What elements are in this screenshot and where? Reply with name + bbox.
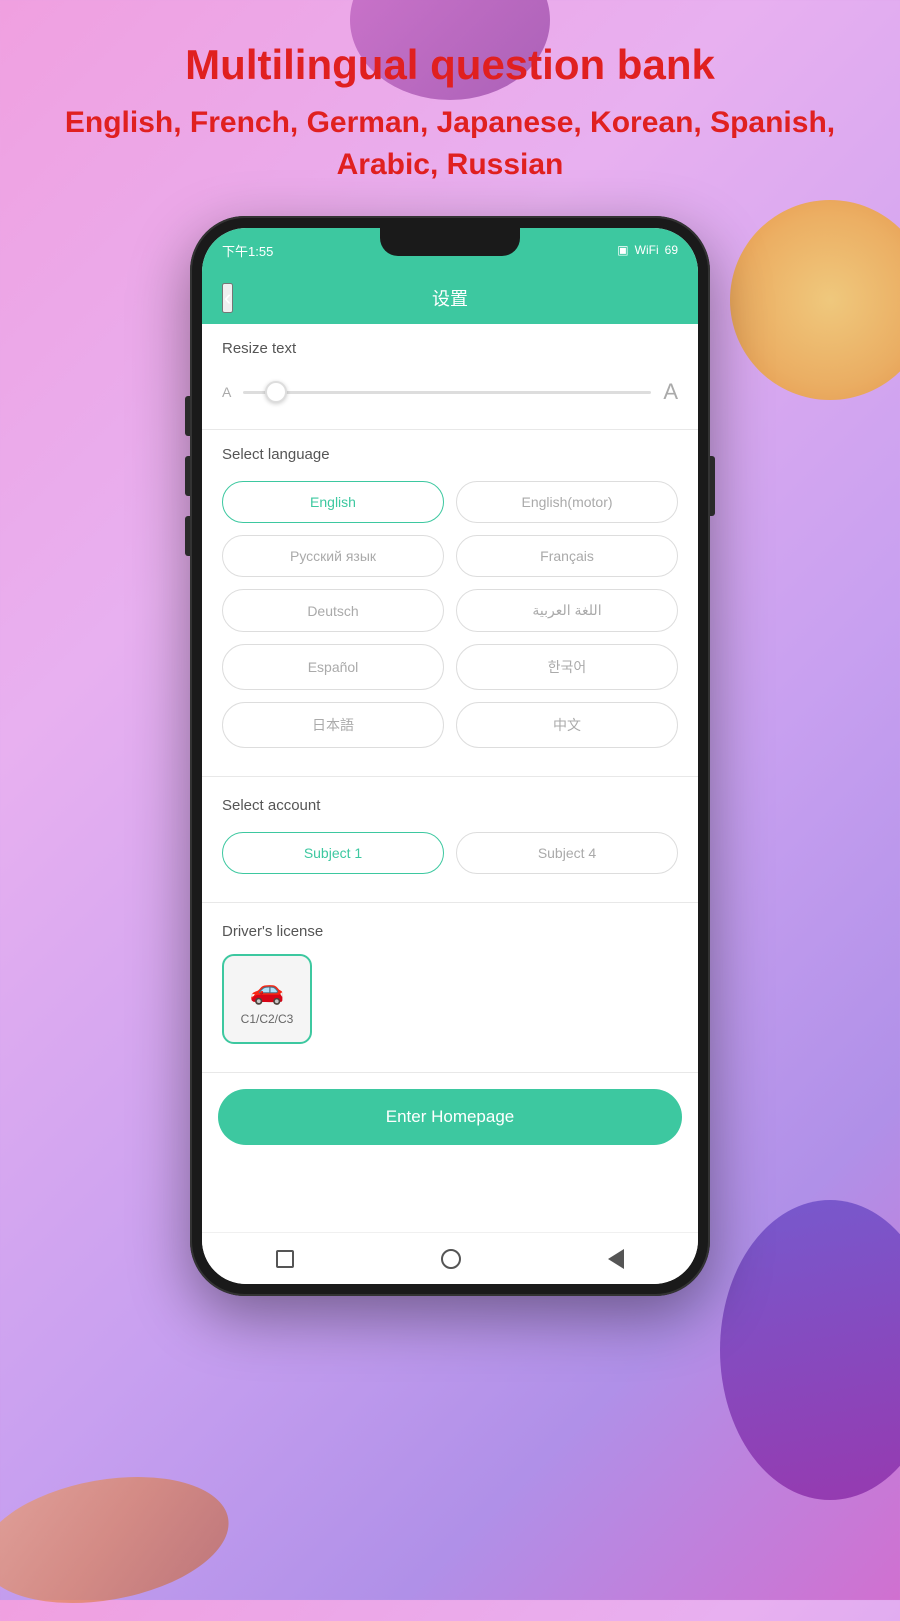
wifi-icon: WiFi [635,243,659,257]
phone-btn-power [710,456,715,516]
nav-home-icon[interactable] [441,1249,461,1269]
enter-homepage-button[interactable]: Enter Homepage [218,1089,682,1145]
lang-btn-french[interactable]: Français [456,535,678,577]
car-icon: 🚗 [250,973,285,1006]
signal-icon: 69 [665,243,678,257]
lang-btn-english-motor[interactable]: English(motor) [456,481,678,523]
lang-btn-chinese[interactable]: 中文 [456,702,678,748]
account-grid: Subject 1 Subject 4 [222,828,678,890]
account-btn-subject4[interactable]: Subject 4 [456,832,678,874]
lang-btn-arabic[interactable]: اللغة العربية [456,589,678,632]
slider-a-small: A [222,384,231,400]
language-section: Select language English English(motor) Р… [202,430,698,772]
divider-1 [202,776,698,777]
phone-btn-silent [185,516,190,556]
divider-3 [202,1072,698,1073]
slider-a-large: A [663,379,678,405]
text-size-slider-row: A A [222,371,678,413]
lang-btn-german[interactable]: Deutsch [222,589,444,632]
language-grid: English English(motor) Русский язык Fran… [222,477,678,764]
lang-btn-japanese[interactable]: 日本語 [222,702,444,748]
license-section-label: Driver's license [222,923,678,940]
subtitle: English, French, German, Japanese, Korea… [0,102,900,186]
status-time: 下午1:55 [222,241,273,260]
account-section: Select account Subject 1 Subject 4 [202,781,698,898]
lang-btn-russian[interactable]: Русский язык [222,535,444,577]
header-title: 设置 [432,285,468,311]
lang-btn-korean[interactable]: 한국어 [456,644,678,690]
status-icons: ▣ WiFi 69 [617,243,678,257]
resize-text-section: Resize text A A [202,324,698,430]
divider-2 [202,902,698,903]
page-content: Multilingual question bank English, Fren… [0,0,900,1296]
back-button[interactable]: ‹ [222,283,233,313]
slider-track[interactable] [243,391,651,394]
resize-text-label: Resize text [222,340,678,357]
slider-thumb[interactable] [265,381,287,403]
phone-screen: 下午1:55 ▣ WiFi 69 ‹ 设置 Resize text [202,228,698,1284]
license-type-label: C1/C2/C3 [241,1012,294,1026]
license-card[interactable]: 🚗 C1/C2/C3 [222,954,312,1044]
account-section-label: Select account [222,797,678,814]
phone-btn-volume-down [185,456,190,496]
app-header: ‹ 设置 [202,272,698,324]
language-section-label: Select language [222,446,678,463]
account-btn-subject1[interactable]: Subject 1 [222,832,444,874]
phone-mockup: 下午1:55 ▣ WiFi 69 ‹ 设置 Resize text [190,216,710,1296]
license-section: Driver's license 🚗 C1/C2/C3 [202,907,698,1068]
phone-notch [380,228,520,256]
nav-back-icon[interactable] [608,1249,624,1269]
battery-icon: ▣ [617,243,628,257]
phone-btn-volume-up [185,396,190,436]
android-nav-bar [202,1232,698,1284]
lang-btn-english[interactable]: English [222,481,444,523]
lang-btn-spanish[interactable]: Español [222,644,444,690]
main-title: Multilingual question bank [185,40,715,90]
screen-content: Resize text A A Select language English [202,324,698,1232]
nav-square-icon[interactable] [276,1250,294,1268]
enter-btn-container: Enter Homepage [202,1077,698,1165]
